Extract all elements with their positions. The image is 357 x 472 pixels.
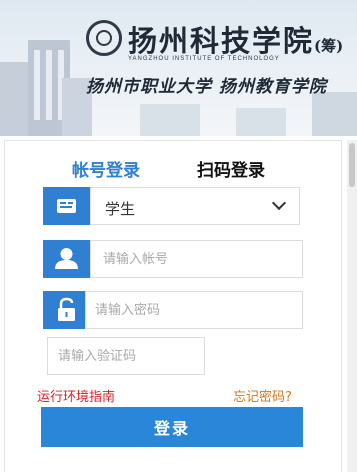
captcha-input[interactable] <box>58 338 204 375</box>
lock-icon <box>43 291 90 329</box>
school-name: 扬州科技学院(筹) <box>128 24 344 58</box>
school-subtitle: 扬州市职业大学 扬州教育学院 <box>86 77 327 97</box>
school-name-suffix: (筹) <box>314 37 344 55</box>
school-name-english: YANGZHOU INSTITUTE OF TECHNOLOGY <box>128 56 280 62</box>
captcha-field[interactable] <box>47 337 205 375</box>
building-graphic <box>312 92 357 136</box>
account-field[interactable] <box>90 240 303 278</box>
login-button[interactable]: 登录 <box>41 407 303 447</box>
tab-account-login[interactable]: 帐号登录 <box>72 156 140 181</box>
scrollbar-thumb[interactable] <box>349 143 355 187</box>
account-input[interactable] <box>103 241 302 278</box>
scrollbar-track[interactable] <box>347 140 357 472</box>
id-card-icon <box>43 187 90 225</box>
password-field[interactable] <box>85 291 303 329</box>
env-guide-link[interactable]: 运行环境指南 <box>37 386 115 405</box>
forgot-password-link[interactable]: 忘记密码? <box>233 386 292 405</box>
building-graphic <box>140 104 200 136</box>
header-banner: 扬州科技学院(筹) YANGZHOU INSTITUTE OF TECHNOLO… <box>0 0 357 136</box>
school-logo <box>86 20 122 56</box>
role-select-value: 学生 <box>105 200 136 218</box>
building-graphic <box>236 108 286 136</box>
user-icon <box>43 240 90 278</box>
tab-qr-login[interactable]: 扫码登录 <box>197 156 265 181</box>
password-input[interactable] <box>95 292 302 329</box>
